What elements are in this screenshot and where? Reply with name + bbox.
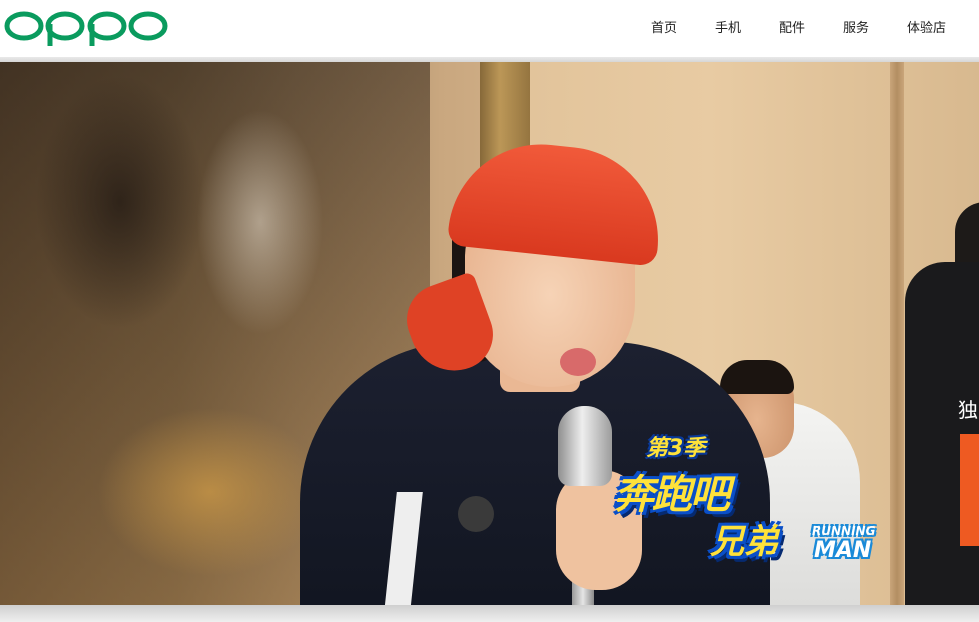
banner-side-tab[interactable]: [960, 434, 979, 546]
site-header: 首页 手机 配件 服务 体验店: [0, 0, 979, 57]
background-person-hair: [720, 360, 794, 394]
nav-item-service[interactable]: 服务: [843, 17, 869, 36]
show-english-line2: MAN: [814, 538, 872, 563]
show-season-label: 第3季: [646, 436, 706, 461]
lapel-mic: [458, 496, 494, 532]
show-title-line1: 奔跑吧: [614, 472, 730, 518]
banner-side-text: 独: [958, 398, 978, 422]
nav-item-stores[interactable]: 体验店: [907, 17, 946, 36]
show-english-line1: RUNNING: [812, 524, 876, 538]
nav-item-accessories[interactable]: 配件: [779, 17, 805, 36]
hero-banner[interactable]: 第3季 奔跑吧 兄弟 RUNNING MAN 独: [0, 62, 979, 612]
show-title-line2: 兄弟: [710, 522, 778, 562]
nav-item-home[interactable]: 首页: [651, 17, 677, 36]
running-man-show-logo: 第3季 奔跑吧 兄弟 RUNNING MAN: [600, 424, 900, 612]
banner-bottom-bar: [0, 605, 979, 622]
oppo-logo[interactable]: [2, 6, 172, 48]
nav-item-phones[interactable]: 手机: [715, 17, 741, 36]
main-person-lips: [560, 348, 596, 376]
